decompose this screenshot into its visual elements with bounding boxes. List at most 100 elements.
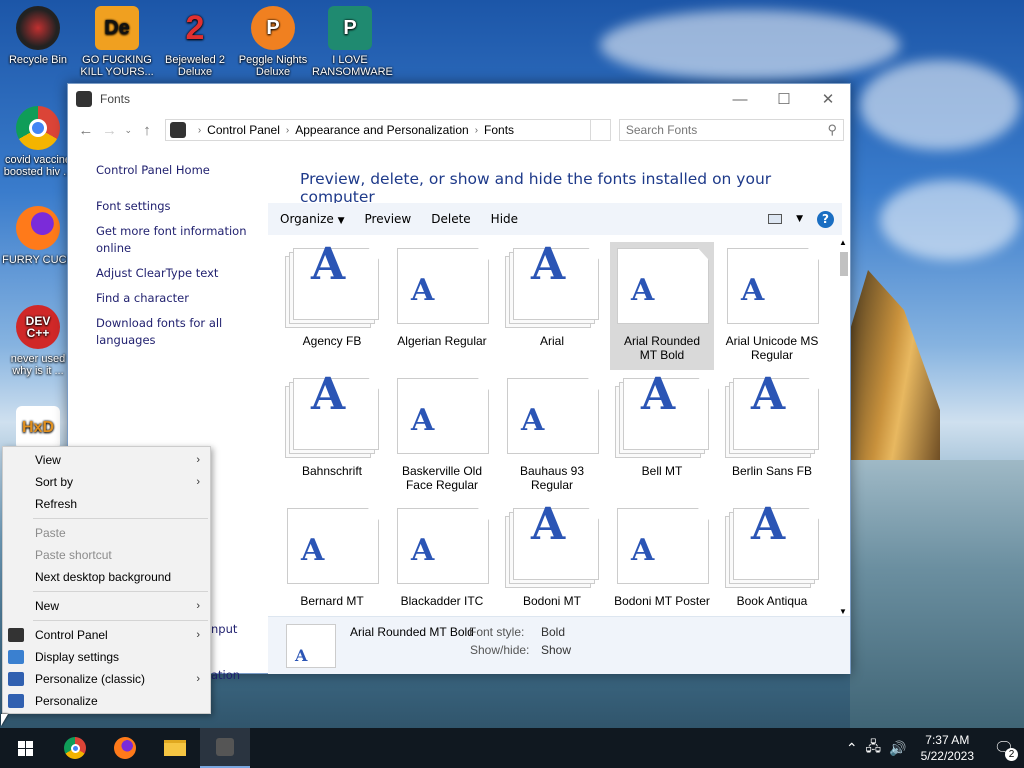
font-settings-link[interactable]: Font settings (96, 198, 256, 215)
font-tile[interactable]: A Bernard MT (280, 502, 384, 630)
find-character-link[interactable]: Find a character (96, 290, 256, 307)
organize-button[interactable]: Organize ▼ (280, 212, 345, 226)
desktop-icon-recycle-bin[interactable]: Recycle Bin (0, 6, 76, 66)
context-menu-item[interactable]: New › (3, 595, 210, 617)
breadcrumb-separator-icon[interactable]: › (286, 125, 289, 136)
selected-font-thumbnail: A (286, 624, 336, 668)
mouse-cursor-icon (1, 714, 8, 726)
context-menu-item[interactable]: Personalize (classic) › (3, 668, 210, 690)
font-tile[interactable]: A Bodoni MT Poster (610, 502, 714, 630)
submenu-arrow-icon: › (196, 629, 200, 641)
context-menu-item[interactable]: Next desktop background (3, 566, 210, 588)
desktop-icon-label: FURRY CUCK (2, 254, 74, 266)
cleartype-link[interactable]: Adjust ClearType text (96, 265, 256, 282)
font-name-label: Arial (539, 334, 564, 348)
context-menu-item[interactable]: Refresh (3, 493, 210, 515)
font-tile[interactable]: A Berlin Sans FB (720, 372, 824, 500)
breadcrumb-control-panel[interactable]: Control Panel (207, 123, 280, 137)
scroll-up-arrow-icon[interactable]: ▲ (839, 238, 847, 247)
network-icon[interactable]: 🖧 (866, 736, 882, 760)
font-tile[interactable]: A Bahnschrift (280, 372, 384, 500)
desktop-icon-de[interactable]: De GO FUCKING KILL YOURS... (79, 6, 155, 78)
desktop-icon-ransomware[interactable]: P I LOVE RANSOMWARE (312, 6, 393, 78)
help-icon[interactable]: ? (817, 210, 834, 228)
vertical-scrollbar[interactable]: ▲ ▼ (838, 238, 850, 616)
address-bar[interactable]: › Control Panel › Appearance and Persona… (164, 119, 592, 141)
font-file-icon: A (725, 373, 819, 458)
font-tile[interactable]: A Arial (500, 242, 604, 370)
context-menu-label: Personalize (35, 694, 98, 708)
preview-button[interactable]: Preview (365, 212, 412, 226)
font-file-icon: A (505, 503, 599, 588)
font-tile[interactable]: A Algerian Regular (390, 242, 494, 370)
forward-arrow-icon[interactable]: → (98, 122, 122, 139)
delete-button[interactable]: Delete (431, 212, 470, 226)
context-menu-item[interactable]: View › (3, 449, 210, 471)
view-dropdown-arrow-icon[interactable]: ▼ (796, 214, 803, 224)
font-tile[interactable]: A Arial Unicode MS Regular (720, 242, 824, 370)
font-tile[interactable]: A Agency FB (280, 242, 384, 370)
search-input[interactable]: Search Fonts ⚲ (618, 119, 844, 141)
font-tile[interactable]: A Bauhaus 93 Regular (500, 372, 604, 500)
submenu-arrow-icon: › (196, 600, 200, 612)
close-button[interactable]: ✕ (806, 84, 850, 114)
notification-button[interactable]: 🗨 2 (984, 728, 1024, 768)
breadcrumb-separator-icon[interactable]: › (475, 125, 478, 136)
context-menu-item[interactable]: Display settings (3, 646, 210, 668)
title-bar[interactable]: Fonts — ☐ ✕ (68, 84, 850, 114)
search-icon: ⚲ (827, 122, 837, 137)
scroll-down-arrow-icon[interactable]: ▼ (839, 607, 847, 616)
showhide-value: Show (541, 643, 572, 657)
font-name-label: Bell MT (641, 464, 683, 478)
font-tile[interactable]: A Bodoni MT (500, 502, 604, 630)
context-menu-item[interactable]: Control Panel › (3, 624, 210, 646)
breadcrumb-separator-icon[interactable]: › (198, 125, 201, 136)
font-tile[interactable]: A Arial Rounded MT Bold (610, 242, 714, 370)
start-button[interactable] (0, 728, 50, 768)
search-placeholder: Search Fonts (625, 123, 698, 137)
font-file-icon: A (505, 378, 599, 456)
recent-locations-chevron-icon[interactable]: ⌄ (121, 125, 135, 136)
publisher-icon: P (328, 6, 372, 50)
font-style-value: Bold (541, 625, 566, 639)
scrollbar-thumb[interactable] (840, 252, 848, 276)
system-tray: ⌃ 🖧 🔊 7:37 AM 5/22/2023 🗨 2 (842, 728, 1024, 768)
breadcrumb-appearance[interactable]: Appearance and Personalization (295, 123, 468, 137)
font-tile[interactable]: A Book Antiqua (720, 502, 824, 630)
font-tile[interactable]: A Bell MT (610, 372, 714, 500)
minimize-button[interactable]: — (718, 84, 762, 114)
breadcrumb-fonts[interactable]: Fonts (484, 123, 514, 137)
context-menu-item[interactable]: Sort by › (3, 471, 210, 493)
taskbar-file-explorer[interactable] (150, 728, 200, 768)
view-options-icon[interactable] (768, 214, 783, 224)
clock[interactable]: 7:37 AM 5/22/2023 (921, 732, 974, 764)
download-fonts-link[interactable]: Download fonts for all languages (96, 315, 256, 349)
taskbar-fonts-window[interactable] (200, 728, 250, 768)
hide-button[interactable]: Hide (491, 212, 518, 226)
refresh-button[interactable] (591, 119, 611, 141)
font-tile[interactable]: A Blackadder ITC (390, 502, 494, 630)
font-name-label: Bahnschrift (301, 464, 363, 478)
left-pane-peek-text: ation (211, 668, 241, 682)
desktop-icon-peggle[interactable]: P Peggle Nights Deluxe (235, 6, 311, 78)
desktop-icon-devcpp[interactable]: DEV C++ never used why is it ... (0, 305, 76, 377)
context-menu-item[interactable]: Personalize (3, 690, 210, 712)
taskbar-chrome[interactable] (50, 728, 100, 768)
chevron-up-icon[interactable]: ⌃ (846, 740, 858, 757)
app-icon: De (95, 6, 139, 50)
desktop-icon-chrome[interactable]: covid vaccine boosted hiv ... (0, 106, 76, 178)
back-arrow-icon[interactable]: ← (74, 122, 98, 139)
recycle-bin-icon (16, 6, 60, 50)
taskbar-firefox[interactable] (100, 728, 150, 768)
volume-icon[interactable]: 🔊 (889, 740, 906, 757)
maximize-button[interactable]: ☐ (762, 84, 806, 114)
control-panel-icon (169, 122, 186, 138)
font-info-link[interactable]: Get more font information online (96, 223, 256, 257)
desktop-icon-bejeweled[interactable]: 2 Bejeweled 2 Deluxe (157, 6, 233, 78)
font-name-label: Algerian Regular (397, 334, 487, 348)
context-menu-label: Refresh (35, 497, 78, 511)
font-tile[interactable]: A Baskerville Old Face Regular (390, 372, 494, 500)
desktop-icon-firefox[interactable]: FURRY CUCK (0, 206, 76, 266)
up-arrow-icon[interactable]: ↑ (135, 122, 159, 139)
control-panel-home-link[interactable]: Control Panel Home (96, 162, 256, 179)
